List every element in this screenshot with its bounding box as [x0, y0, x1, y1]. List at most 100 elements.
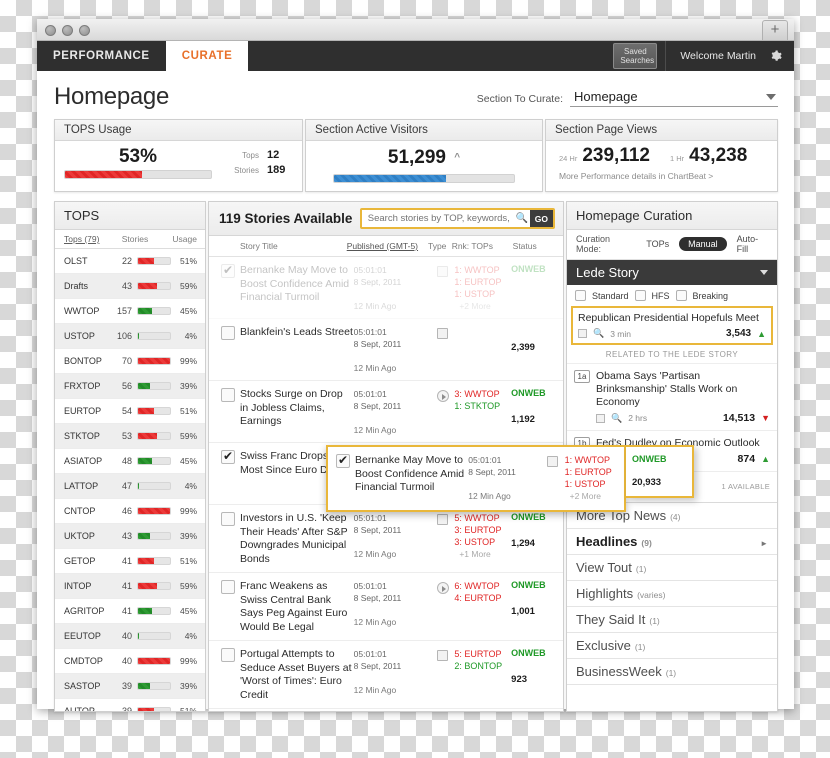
tops-row[interactable]: EEUTOP 40 4% [55, 624, 205, 649]
story-date: 8 Sept, 2011 [353, 401, 402, 411]
dragged-rank-more[interactable]: +2 More [565, 490, 617, 502]
tops-row[interactable]: CNTOP 46 99% [55, 499, 205, 524]
tops-col-usage[interactable]: Usage [172, 234, 197, 244]
story-col-published[interactable]: Published (GMT-5) [347, 241, 428, 251]
chartbeat-link[interactable]: More Performance details in ChartBeat > [555, 171, 768, 181]
story-ranks: 5: WWTOP 3: EURTOP 3: USTOP +1 More [454, 512, 511, 566]
tops-row[interactable]: AGRITOP 41 45% [55, 599, 205, 624]
gear-icon[interactable] [770, 50, 782, 62]
trend-down-icon: ▼ [761, 413, 770, 423]
story-row[interactable]: Stocks Surge on Drop in Jobless Claims, … [209, 381, 563, 443]
story-checkbox[interactable] [221, 388, 235, 402]
related-views: 874 [737, 453, 756, 465]
section-to-curate-select[interactable]: Homepage [570, 89, 778, 107]
welcome-user[interactable]: Welcome Martin [665, 41, 794, 71]
story-row[interactable]: Investors in U.S. 'Keep Their Heads' Aft… [209, 505, 563, 573]
story-row[interactable]: Franc Weakens as Swiss Central Bank Says… [209, 573, 563, 641]
tab-curate[interactable]: CURATE [165, 41, 249, 71]
story-checkbox[interactable] [221, 580, 235, 594]
tops-row-name: BONTOP [64, 356, 102, 366]
story-rank-0: 1: WWTOP [454, 265, 500, 275]
document-icon [437, 266, 449, 277]
search-input[interactable] [361, 213, 514, 224]
story-published: 05:01:01 8 Sept, 2011 12 Min Ago [354, 388, 432, 436]
story-rank-more[interactable]: +1 More [454, 548, 511, 560]
curation-section-row[interactable]: Highlights (varies) [567, 581, 777, 607]
tops-row[interactable]: Drafts 43 59% [55, 274, 205, 299]
tops-row[interactable]: OLST 22 51% [55, 249, 205, 274]
story-checkbox[interactable] [221, 326, 235, 340]
maximize-icon[interactable] [79, 25, 90, 36]
window-controls[interactable] [45, 25, 90, 36]
mode-manual[interactable]: Manual [679, 237, 727, 251]
tops-row-usage-pct: 51% [179, 406, 197, 416]
tops-col-stories[interactable]: Stories [112, 234, 158, 244]
story-row[interactable]: Blankfein's Leads Street 05:01:01 8 Sept, … [209, 319, 563, 381]
saved-searches-button[interactable]: Saved Searches [613, 43, 658, 69]
tops-row-usage-pct: 39% [179, 681, 197, 691]
related-item[interactable]: 1a Obama Says 'Partisan Brinksmanship' St… [567, 364, 777, 431]
new-tab-button[interactable]: + [762, 20, 788, 40]
go-button[interactable]: GO [529, 210, 553, 227]
tops-row[interactable]: USTOP 106 4% [55, 324, 205, 349]
curation-section-row[interactable]: BusinessWeek (1) [567, 659, 777, 685]
section-to-curate-value: Homepage [574, 89, 638, 104]
story-checkbox[interactable] [221, 648, 235, 662]
tops-col-name[interactable]: Tops (79) [64, 234, 112, 244]
stories-column-headers: Story Title Published (GMT-5) Type Rnk: … [209, 236, 563, 257]
tops-row[interactable]: BONTOP 70 99% [55, 349, 205, 374]
tops-row[interactable]: UKTOP 43 39% [55, 524, 205, 549]
tops-row[interactable]: INTOP 41 59% [55, 574, 205, 599]
tops-row[interactable]: AUTOP 39 51% [55, 699, 205, 711]
checkbox-breaking[interactable] [675, 290, 687, 301]
mode-autofill[interactable]: Auto-Fill [737, 234, 769, 254]
close-icon[interactable] [45, 25, 56, 36]
story-row[interactable]: Bloom Says Swiss Franc Peg to Euro a 'Ri… [209, 709, 563, 711]
mode-tops[interactable]: TOPs [646, 239, 669, 249]
story-row[interactable]: Portugal Attempts to Seduce Asset Buyers… [209, 641, 563, 709]
search-icon[interactable]: 🔍 [593, 328, 604, 339]
checkbox-hfs[interactable] [634, 290, 646, 301]
story-rank-1: 1: EURTOP [454, 277, 502, 287]
story-checkbox[interactable] [221, 263, 235, 278]
story-date: 8 Sept, 2011 [353, 593, 402, 603]
tops-row[interactable]: WWTOP 157 45% [55, 299, 205, 324]
story-date: 8 Sept, 2011 [353, 277, 402, 287]
checkbox-standard[interactable] [575, 290, 586, 301]
tops-row[interactable]: EURTOP 54 51% [55, 399, 205, 424]
status-badge: ONWEB [511, 388, 546, 398]
lede-story-time: 3 min [610, 328, 632, 339]
dragged-story-card[interactable]: Bernanke May Move to Boost Confidence Am… [326, 445, 626, 512]
tops-row-name: INTOP [64, 581, 92, 591]
tops-row-name: EURTOP [64, 406, 102, 416]
curation-section-row[interactable]: View Tout (1) [567, 555, 777, 581]
story-row[interactable]: Bernanke May Move to Boost Confidence Am… [209, 257, 563, 319]
tops-row[interactable]: GETOP 41 51% [55, 549, 205, 574]
tops-row[interactable]: FRXTOP 56 39% [55, 374, 205, 399]
story-checkbox[interactable] [221, 449, 235, 464]
dragged-story-checkbox[interactable] [336, 453, 350, 468]
curation-section-row[interactable]: Headlines (9) ► [567, 529, 777, 555]
lede-story-item[interactable]: Republican Presidential Hopefuls Meet 🔍 … [571, 306, 773, 345]
story-views: 923 [511, 674, 528, 685]
tops-row-stories: 46 [121, 506, 132, 516]
tops-row[interactable]: STKTOP 53 59% [55, 424, 205, 449]
lede-story-bar[interactable]: Lede Story [567, 260, 777, 285]
curation-section-count: (1) [649, 616, 660, 626]
search-icon[interactable]: 🔍 [611, 413, 622, 424]
story-checkbox[interactable] [221, 512, 235, 526]
story-ago: 12 Min Ago [353, 685, 397, 695]
tops-row[interactable]: LATTOP 47 4% [55, 474, 205, 499]
minimize-icon[interactable] [62, 25, 73, 36]
story-col-type: Type [427, 241, 447, 251]
tops-row[interactable]: ASIATOP 48 45% [55, 449, 205, 474]
tab-performance[interactable]: PERFORMANCE [37, 41, 166, 71]
curation-section-row[interactable]: Exclusive (1) [567, 633, 777, 659]
search-icon[interactable]: 🔍 [514, 213, 530, 224]
tops-row-name: LATTOP [64, 481, 99, 491]
curation-section-row[interactable]: They Said It (1) [567, 607, 777, 633]
status-badge: ONWEB [511, 580, 546, 590]
tops-row[interactable]: CMDTOP 40 99% [55, 649, 205, 674]
story-rank-more[interactable]: +2 More [454, 300, 511, 312]
tops-row[interactable]: SASTOP 39 39% [55, 674, 205, 699]
